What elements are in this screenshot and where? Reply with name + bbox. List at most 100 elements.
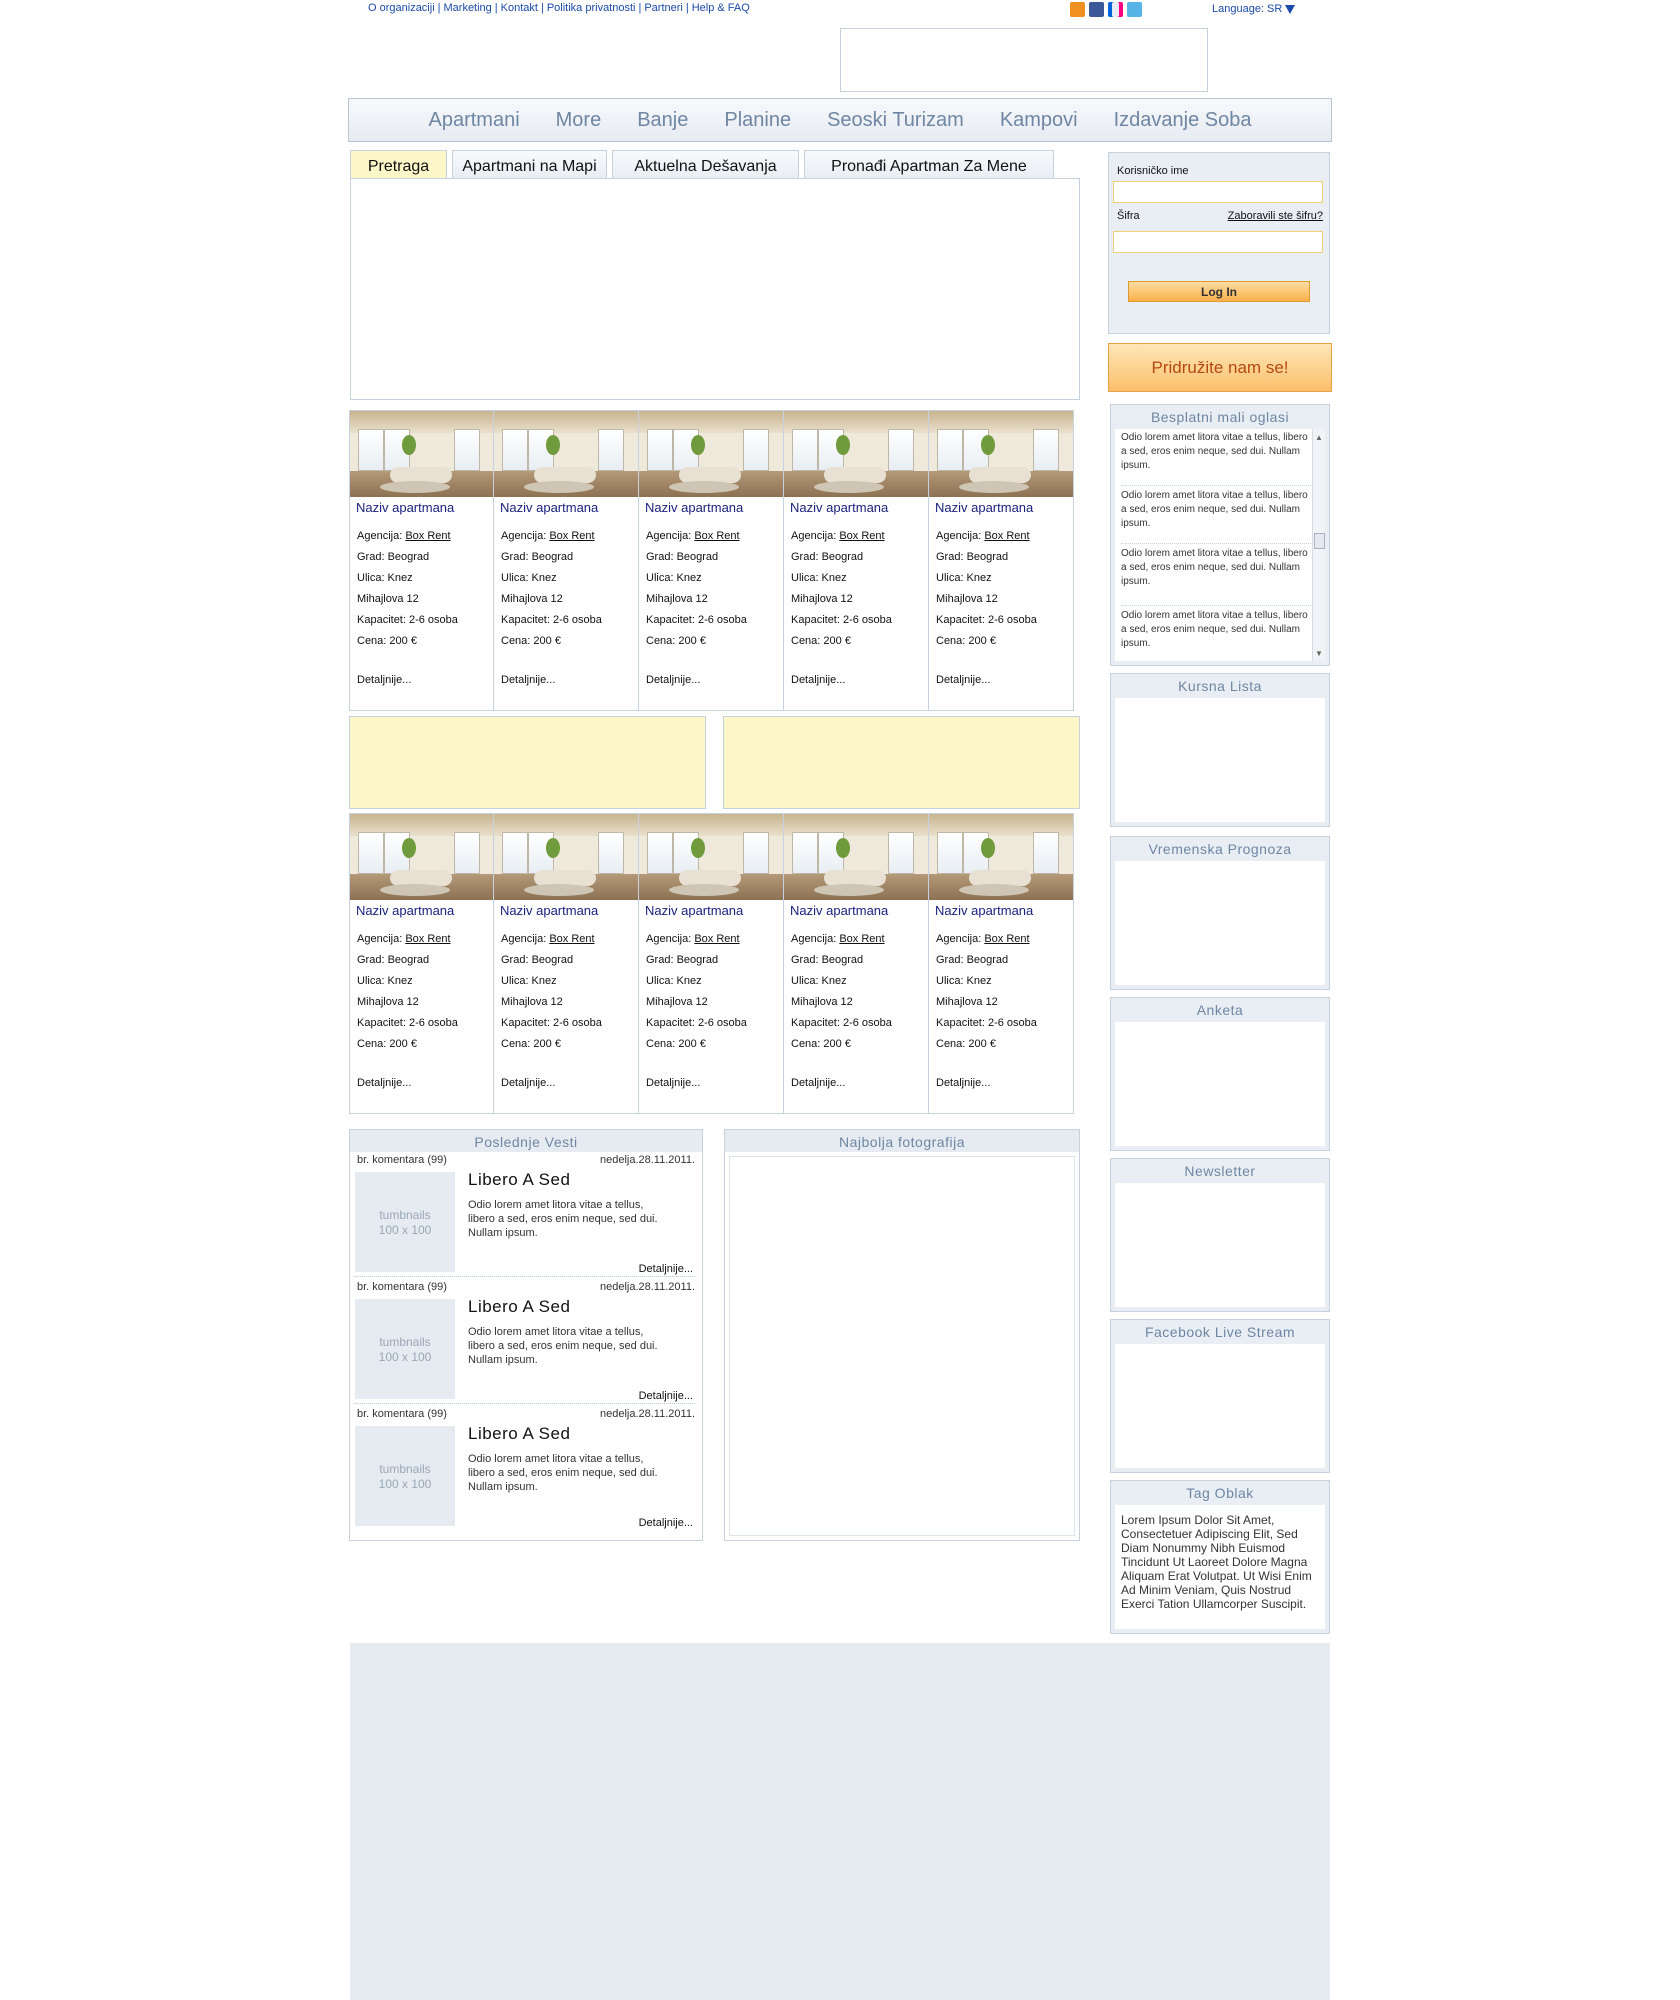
nav-item-apartmani[interactable]: Apartmani (428, 109, 519, 132)
news-title[interactable]: Libero A Sed (468, 1424, 570, 1444)
news-comments[interactable]: br. komentara (99) (357, 1281, 447, 1293)
agency-link[interactable]: Box Rent (839, 530, 884, 542)
password-field[interactable] (1113, 231, 1323, 253)
details-link[interactable]: Detaljnije... (936, 674, 990, 686)
top-link-organization[interactable]: O organizaciji (368, 2, 435, 14)
ad-banner-right[interactable] (723, 716, 1080, 809)
small-ad-item[interactable]: Odio lorem amet litora vitae a tellus, l… (1121, 489, 1313, 531)
nav-item-planine[interactable]: Planine (724, 109, 791, 132)
scroll-up-icon[interactable]: ▲ (1315, 433, 1323, 442)
news-title[interactable]: Libero A Sed (468, 1297, 570, 1317)
scroll-down-icon[interactable]: ▼ (1315, 649, 1323, 658)
username-field[interactable] (1113, 181, 1323, 203)
news-details-link[interactable]: Detaljnije... (639, 1517, 693, 1529)
apartment-title[interactable]: Naziv apartmana (790, 500, 888, 515)
tab-pretraga[interactable]: Pretraga (350, 150, 447, 178)
news-thumbnail[interactable]: tumbnails 100 x 100 (355, 1299, 455, 1399)
apartment-photo[interactable] (350, 814, 493, 900)
twitter-icon[interactable] (1127, 2, 1142, 17)
apartment-title[interactable]: Naziv apartmana (356, 500, 454, 515)
apartment-title[interactable]: Naziv apartmana (645, 500, 743, 515)
facebook-icon[interactable] (1089, 2, 1104, 17)
apartment-title[interactable]: Naziv apartmana (790, 903, 888, 918)
agency-link[interactable]: Box Rent (694, 530, 739, 542)
apartment-photo[interactable] (929, 411, 1073, 497)
agency-link[interactable]: Box Rent (549, 933, 594, 945)
apartment-card[interactable]: Naziv apartmana Agencija: Box Rent Grad: B… (929, 410, 1074, 711)
news-comments[interactable]: br. komentara (99) (357, 1154, 447, 1166)
tab-pronadji-apartman[interactable]: Pronađi Apartman Za Mene (804, 150, 1054, 178)
small-ad-item[interactable]: Odio lorem amet litora vitae a tellus, l… (1121, 431, 1313, 473)
flickr-icon[interactable] (1108, 2, 1123, 17)
apartment-photo[interactable] (494, 814, 638, 900)
small-ads-list[interactable]: Odio lorem amet litora vitae a tellus, l… (1115, 429, 1325, 661)
small-ad-item[interactable]: Odio lorem amet litora vitae a tellus, l… (1121, 547, 1313, 589)
apartment-card[interactable]: Naziv apartmana Agencija: Box Rent Grad: B… (639, 410, 784, 711)
top-link-marketing[interactable]: Marketing (444, 2, 492, 14)
details-link[interactable]: Detaljnije... (646, 674, 700, 686)
apartment-photo[interactable] (784, 411, 928, 497)
apartment-photo[interactable] (784, 814, 928, 900)
apartment-card[interactable]: Naziv apartmana Agencija: Box Rent Grad: B… (784, 813, 929, 1114)
nav-item-seoski-turizam[interactable]: Seoski Turizam (827, 109, 964, 132)
apartment-photo[interactable] (350, 411, 493, 497)
apartment-title[interactable]: Naziv apartmana (935, 903, 1033, 918)
apartment-card[interactable]: Naziv apartmana Agencija: Box Rent Grad: B… (349, 813, 494, 1114)
login-button[interactable]: Log In (1128, 281, 1310, 302)
apartment-card[interactable]: Naziv apartmana Agencija: Box Rent Grad: B… (494, 410, 639, 711)
small-ads-scrollbar[interactable]: ▲ ▼ (1312, 429, 1325, 661)
news-details-link[interactable]: Detaljnije... (639, 1263, 693, 1275)
agency-link[interactable]: Box Rent (405, 530, 450, 542)
apartment-card[interactable]: Naziv apartmana Agencija: Box Rent Grad: B… (639, 813, 784, 1114)
ad-banner-left[interactable] (349, 716, 706, 809)
details-link[interactable]: Detaljnije... (936, 1077, 990, 1089)
apartment-title[interactable]: Naziv apartmana (935, 500, 1033, 515)
news-details-link[interactable]: Detaljnije... (639, 1390, 693, 1402)
apartment-photo[interactable] (494, 411, 638, 497)
details-link[interactable]: Detaljnije... (501, 674, 555, 686)
tab-apartmani-na-mapi[interactable]: Apartmani na Mapi (452, 150, 607, 178)
join-button[interactable]: Pridružite nam se! (1108, 343, 1332, 392)
small-ad-item[interactable]: Odio lorem amet litora vitae a tellus, l… (1121, 609, 1313, 651)
agency-link[interactable]: Box Rent (549, 530, 594, 542)
tag-cloud-text[interactable]: Lorem Ipsum Dolor Sit Amet, Consectetuer… (1121, 1513, 1321, 1611)
nav-item-kampovi[interactable]: Kampovi (1000, 109, 1078, 132)
nav-item-banje[interactable]: Banje (637, 109, 688, 132)
top-link-help[interactable]: Help & FAQ (692, 2, 750, 14)
apartment-photo[interactable] (639, 411, 783, 497)
top-link-contact[interactable]: Kontakt (501, 2, 538, 14)
apartment-photo[interactable] (929, 814, 1073, 900)
agency-link[interactable]: Box Rent (984, 933, 1029, 945)
apartment-photo[interactable] (639, 814, 783, 900)
nav-item-izdavanje-soba[interactable]: Izdavanje Soba (1114, 109, 1252, 132)
scrollbar-thumb[interactable] (1314, 533, 1325, 549)
agency-link[interactable]: Box Rent (984, 530, 1029, 542)
best-photo-area[interactable] (729, 1156, 1075, 1536)
apartment-title[interactable]: Naziv apartmana (500, 903, 598, 918)
language-selector[interactable]: Language: SR (1212, 3, 1296, 15)
news-comments[interactable]: br. komentara (99) (357, 1408, 447, 1420)
news-title[interactable]: Libero A Sed (468, 1170, 570, 1190)
agency-link[interactable]: Box Rent (839, 933, 884, 945)
apartment-card[interactable]: Naziv apartmana Agencija: Box Rent Grad: B… (929, 813, 1074, 1114)
tab-aktuelna-desavanja[interactable]: Aktuelna Dešavanja (612, 150, 799, 178)
apartment-card[interactable]: Naziv apartmana Agencija: Box Rent Grad: B… (349, 410, 494, 711)
apartment-card[interactable]: Naziv apartmana Agencija: Box Rent Grad: B… (784, 410, 929, 711)
details-link[interactable]: Detaljnije... (501, 1077, 555, 1089)
details-link[interactable]: Detaljnije... (791, 1077, 845, 1089)
details-link[interactable]: Detaljnije... (357, 674, 411, 686)
apartment-title[interactable]: Naziv apartmana (500, 500, 598, 515)
top-link-privacy[interactable]: Politika privatnosti (547, 2, 636, 14)
forgot-password-link[interactable]: Zaboravili ste šifru? (1228, 210, 1323, 222)
details-link[interactable]: Detaljnije... (646, 1077, 700, 1089)
news-thumbnail[interactable]: tumbnails 100 x 100 (355, 1172, 455, 1272)
apartment-card[interactable]: Naziv apartmana Agencija: Box Rent Grad: B… (494, 813, 639, 1114)
details-link[interactable]: Detaljnije... (357, 1077, 411, 1089)
nav-item-more[interactable]: More (556, 109, 602, 132)
apartment-title[interactable]: Naziv apartmana (645, 903, 743, 918)
rss-icon[interactable] (1070, 2, 1085, 17)
agency-link[interactable]: Box Rent (694, 933, 739, 945)
news-thumbnail[interactable]: tumbnails 100 x 100 (355, 1426, 455, 1526)
top-link-partners[interactable]: Partneri (644, 2, 683, 14)
details-link[interactable]: Detaljnije... (791, 674, 845, 686)
